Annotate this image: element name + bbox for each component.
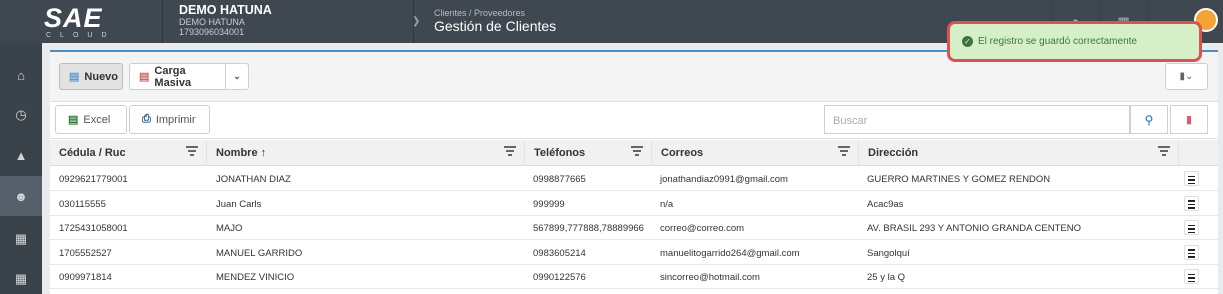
table-cell: 0929621779001 bbox=[59, 174, 128, 185]
column-header[interactable]: Cédula / Ruc bbox=[50, 140, 207, 166]
table-cell: MENDEZ VINICIO bbox=[216, 272, 295, 283]
column-header-label: Nombre ↑ bbox=[216, 147, 267, 159]
table-cell: 1725431058001 bbox=[59, 223, 128, 234]
search-icon: ⚲ bbox=[1144, 112, 1154, 127]
table-cell: 030115555 bbox=[59, 198, 106, 210]
row-menu-icon[interactable] bbox=[1184, 269, 1199, 284]
breadcrumb: Clientes / Proveedores Gestión de Client… bbox=[434, 8, 556, 34]
table-cell: jonathandiaz0991@gmail.com bbox=[660, 174, 788, 185]
table-cell: GUERRO MARTINES Y GOMEZ RENDON bbox=[867, 174, 1051, 185]
new-button[interactable]: ▤ Nuevo bbox=[59, 63, 123, 90]
company-ruc: 1793096034001 bbox=[179, 27, 245, 37]
column-header-label: Cédula / Ruc bbox=[59, 147, 126, 159]
new-button-label: Nuevo bbox=[84, 70, 119, 83]
bulk-upload-dropdown[interactable]: ⌄ bbox=[225, 63, 249, 90]
app-logo[interactable]: SAE CLOUD bbox=[0, 0, 162, 43]
success-toast[interactable]: ✓ El registro se guardó correctamente bbox=[947, 21, 1202, 62]
table-row[interactable]: 030115555 Juan Carls 999999 n/a Acac9as bbox=[50, 191, 1218, 216]
clear-search-button[interactable]: ▮ bbox=[1170, 105, 1208, 134]
printer-icon: ⎙ bbox=[142, 113, 151, 125]
table-cell: Juan Carls bbox=[216, 198, 262, 210]
table-cell: 1705552527 bbox=[59, 247, 112, 259]
table-cell: correo@correo.com bbox=[660, 223, 745, 234]
table-cell: Sangolquí bbox=[867, 247, 910, 259]
table-cell: JONATHAN DIAZ bbox=[216, 174, 291, 185]
table-cell: Acac9as bbox=[867, 198, 904, 210]
column-header[interactable]: Correos bbox=[652, 140, 859, 166]
toast-message: El registro se guardó correctamente bbox=[978, 36, 1137, 47]
bulk-upload-button[interactable]: ▤ Carga Masiva bbox=[129, 63, 226, 90]
table-row[interactable]: 0909971814 MENDEZ VINICIO 0990122576 sincor… bbox=[50, 265, 1218, 289]
table-cell: 0909971814 bbox=[59, 272, 112, 283]
table-row[interactable]: 1705552527 MANUEL GARRIDO 0983605214 manuel… bbox=[50, 240, 1218, 265]
table-cell: 25 y la Q bbox=[867, 272, 906, 283]
table-cell: sincorreo@hotmail.com bbox=[660, 272, 760, 283]
sidebar: ⌂ ◷ ▲ ☻ ▦ ▦ bbox=[0, 43, 42, 294]
row-menu-icon[interactable] bbox=[1184, 171, 1199, 186]
page-title: Gestión de Clientes bbox=[434, 18, 557, 34]
company-name: DEMO HATUNA bbox=[179, 3, 272, 17]
column-header[interactable]: Nombre ↑ bbox=[207, 140, 525, 166]
chevron-right-icon: ❯ bbox=[412, 16, 421, 27]
boxes-icon[interactable]: ▦ bbox=[0, 219, 42, 259]
home-icon[interactable]: ⌂ bbox=[0, 55, 42, 95]
column-header[interactable]: Teléfonos bbox=[525, 140, 652, 166]
filter-icon[interactable] bbox=[838, 146, 850, 156]
search-button[interactable]: ⚲ bbox=[1130, 105, 1168, 134]
column-header[interactable]: Dirección bbox=[859, 140, 1179, 166]
chevron-down-icon: ⌄ bbox=[233, 71, 241, 81]
print-button[interactable]: ⎙ Imprimir bbox=[129, 105, 210, 134]
tools-icon: ▮⌄ bbox=[1179, 71, 1194, 82]
table-cell: manuelitogarrido264@gmail.com bbox=[660, 247, 800, 259]
table-header: Cédula / Ruc Nombre ↑ Teléfonos Correos Dire… bbox=[50, 140, 1218, 166]
logo-text: SAE bbox=[44, 3, 103, 33]
table-cell: 0983605214 bbox=[533, 247, 586, 259]
table-row[interactable]: 1725431058001 MAJO 567899,777888,78889966 c… bbox=[50, 216, 1218, 240]
table-cell: MANUEL GARRIDO bbox=[216, 247, 303, 259]
check-circle-icon: ✓ bbox=[962, 36, 973, 47]
new-file-icon: ▤ bbox=[69, 71, 80, 83]
boxes-icon-2[interactable]: ▦ bbox=[0, 259, 42, 294]
chart-icon[interactable]: ▲ bbox=[0, 135, 42, 175]
export-toolbar: ▤ Excel ⎙ Imprimir Buscar ⚲ ▮ bbox=[50, 102, 1218, 139]
breadcrumb-path: Clientes / Proveedores bbox=[434, 8, 526, 18]
table-cell: n/a bbox=[660, 198, 674, 210]
bulk-upload-icon: ▤ bbox=[139, 71, 150, 83]
table-row[interactable]: 0929621779001 JONATHAN DIAZ 0998877665 jona… bbox=[50, 167, 1218, 191]
table-cell: 0990122576 bbox=[533, 272, 586, 283]
excel-label: Excel bbox=[83, 113, 111, 126]
print-label: Imprimir bbox=[155, 113, 196, 126]
clock-icon[interactable]: ◷ bbox=[0, 95, 42, 135]
users-icon[interactable]: ☻ bbox=[0, 176, 42, 216]
main-panel: ▤ Nuevo ▤ Carga Masiva ⌄ ▮⌄ ▤ Excel ⎙ Im… bbox=[50, 50, 1218, 294]
company-subname: DEMO HATUNA bbox=[179, 17, 245, 27]
table-cell: AV. BRASIL 293 Y ANTONIO GRANDA CENTENO bbox=[867, 223, 1082, 234]
column-header-label: Dirección bbox=[868, 147, 919, 159]
filter-icon[interactable] bbox=[186, 146, 198, 156]
filter-icon[interactable] bbox=[631, 146, 643, 156]
logo-subtext: CLOUD bbox=[46, 32, 116, 39]
excel-icon: ▤ bbox=[68, 114, 79, 126]
column-header-label: Teléfonos bbox=[534, 147, 586, 159]
column-header-label: Correos bbox=[661, 147, 704, 159]
table-cell: 567899,777888,78889966 bbox=[533, 223, 644, 234]
eraser-icon: ▮ bbox=[1185, 114, 1193, 126]
table-cell: 999999 bbox=[533, 198, 565, 210]
row-menu-icon[interactable] bbox=[1184, 244, 1199, 260]
filter-icon[interactable] bbox=[504, 146, 516, 156]
bulk-upload-label: Carga Masiva bbox=[154, 64, 192, 89]
search-input[interactable]: Buscar bbox=[824, 105, 1130, 134]
row-menu-icon[interactable] bbox=[1184, 220, 1199, 235]
row-menu-icon[interactable] bbox=[1184, 195, 1199, 211]
excel-button[interactable]: ▤ Excel bbox=[55, 105, 127, 134]
table-cell: MAJO bbox=[216, 223, 243, 234]
table-cell: 0998877665 bbox=[533, 174, 586, 185]
filter-icon[interactable] bbox=[1158, 146, 1170, 156]
settings-dropdown[interactable]: ▮⌄ bbox=[1165, 63, 1208, 90]
company-info[interactable]: DEMO HATUNA DEMO HATUNA 1793096034001 bbox=[162, 0, 414, 43]
